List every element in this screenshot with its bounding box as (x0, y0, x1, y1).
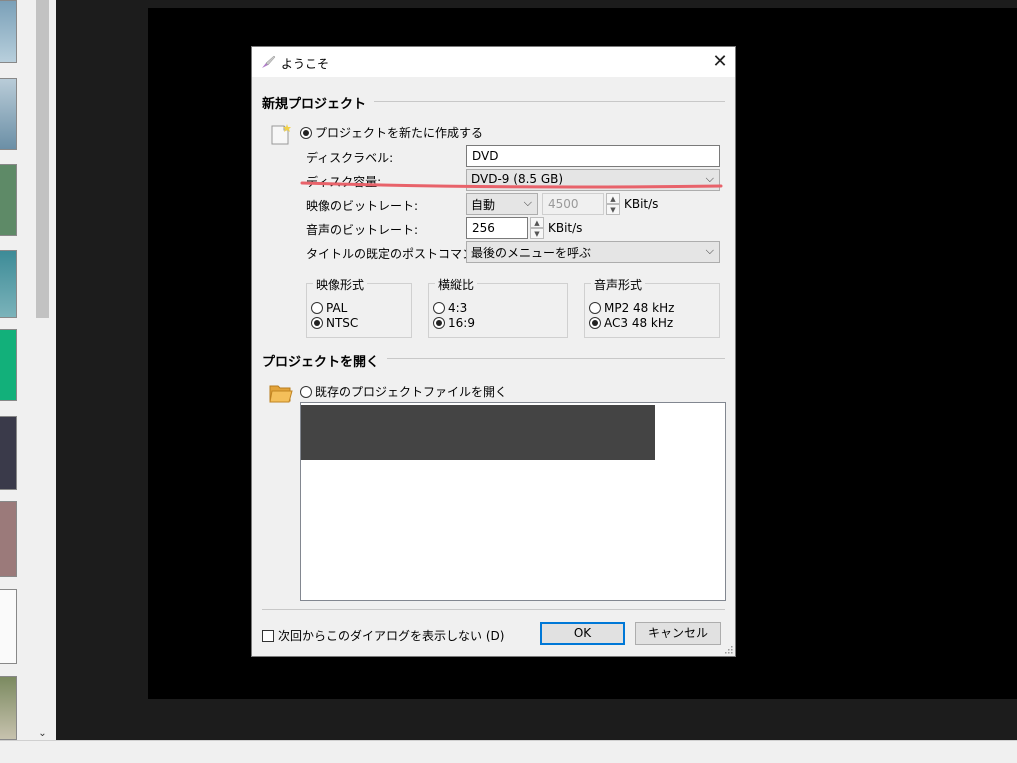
video-bitrate-unit: KBit/s (624, 197, 659, 211)
video-format-pal-radio[interactable]: PAL (311, 301, 347, 315)
thumbnail[interactable] (0, 416, 17, 490)
scrollbar-thumb[interactable] (36, 0, 49, 318)
ok-button[interactable]: OK (540, 622, 625, 645)
new-document-icon (271, 124, 291, 145)
thumbnail[interactable] (0, 0, 17, 63)
dont-show-label: 次回からこのダイアログを表示しない (D) (278, 629, 505, 643)
spin-up-icon: ▲ (606, 193, 620, 204)
spin-down-icon: ▼ (606, 204, 620, 215)
status-bar (0, 740, 1017, 763)
video-bitrate-label: 映像のビットレート: (306, 199, 419, 213)
open-project-label: 既存のプロジェクトファイルを開く (315, 385, 508, 399)
audio-format-group: 音声形式 MP2 48 kHz AC3 48 kHz (584, 276, 720, 338)
open-project-radio[interactable]: 既存のプロジェクトファイルを開く (300, 383, 507, 400)
dialog-titlebar: ようこそ ✕ (252, 47, 735, 77)
thumbnail-scrollbar[interactable]: ⌄ (34, 0, 51, 745)
audio-bitrate-input[interactable]: 256 (466, 217, 528, 239)
thumbnail-strip: ⌄ (0, 0, 56, 745)
spin-down-icon[interactable]: ▼ (530, 228, 544, 239)
thumbnail[interactable] (0, 589, 17, 664)
video-bitrate-spinner: ▲ ▼ (606, 193, 620, 215)
aspect-16-9-label: 16:9 (448, 316, 475, 330)
radio-indicator[interactable] (589, 317, 601, 329)
redacted-list-item[interactable] (301, 405, 655, 460)
radio-indicator[interactable] (589, 302, 601, 314)
aspect-16-9-radio[interactable]: 16:9 (433, 316, 475, 330)
audio-mp2-radio[interactable]: MP2 48 kHz (589, 301, 674, 315)
disc-label-label: ディスクラベル: (306, 151, 394, 165)
spin-up-icon[interactable]: ▲ (530, 217, 544, 228)
aspect-4-3-radio[interactable]: 4:3 (433, 301, 467, 315)
close-icon[interactable]: ✕ (705, 47, 735, 77)
post-command-label: タイトルの既定のポストコマンド: (306, 247, 491, 261)
audio-format-title: 音声形式 (591, 276, 646, 293)
annotation-underline (300, 181, 723, 189)
thumbnail[interactable] (0, 78, 17, 150)
checkbox-indicator[interactable] (262, 630, 274, 642)
radio-indicator[interactable] (300, 386, 312, 398)
audio-bitrate-spinner[interactable]: ▲ ▼ (530, 217, 544, 239)
audio-mp2-label: MP2 48 kHz (604, 301, 675, 315)
dont-show-checkbox[interactable]: 次回からこのダイアログを表示しない (D) (262, 627, 504, 644)
video-bitrate-mode-value: 自動 (471, 198, 496, 212)
video-bitrate-mode-select[interactable]: 自動 ⌵ (466, 193, 538, 215)
dialog-title: ようこそ (281, 57, 330, 71)
video-format-ntsc-radio[interactable]: NTSC (311, 316, 358, 330)
new-project-section-title: 新規プロジェクト (262, 93, 375, 112)
folder-icon (269, 385, 293, 403)
create-project-label: プロジェクトを新たに作成する (315, 126, 484, 140)
video-format-pal-label: PAL (326, 301, 348, 315)
radio-indicator[interactable] (311, 302, 323, 314)
video-format-group: 映像形式 PAL NTSC (306, 276, 412, 338)
audio-bitrate-unit: KBit/s (548, 221, 583, 235)
audio-bitrate-label: 音声のビットレート: (306, 223, 419, 237)
video-bitrate-input: 4500 (542, 193, 604, 215)
radio-indicator[interactable] (433, 317, 445, 329)
aspect-ratio-group: 横縦比 4:3 16:9 (428, 276, 568, 338)
post-command-value: 最後のメニューを呼ぶ (471, 246, 592, 260)
radio-indicator[interactable] (300, 127, 312, 139)
post-command-select[interactable]: 最後のメニューを呼ぶ ⌵ (466, 241, 720, 263)
video-format-title: 映像形式 (313, 276, 368, 293)
brush-icon (262, 55, 276, 68)
audio-ac3-radio[interactable]: AC3 48 kHz (589, 316, 673, 330)
chevron-down-icon: ⌵ (705, 244, 714, 257)
video-format-ntsc-label: NTSC (326, 316, 359, 330)
thumbnail[interactable] (0, 329, 17, 401)
recent-project-list[interactable] (300, 402, 726, 601)
radio-indicator[interactable] (433, 302, 445, 314)
thumbnail[interactable] (0, 501, 17, 577)
footer-divider (262, 609, 725, 610)
cancel-button[interactable]: キャンセル (635, 622, 721, 645)
aspect-4-3-label: 4:3 (448, 301, 468, 315)
thumbnail[interactable] (0, 676, 17, 740)
disc-label-input[interactable]: DVD (466, 145, 720, 167)
open-project-section-title: プロジェクトを開く (262, 351, 388, 370)
welcome-dialog: ようこそ ✕ 新規プロジェクト プロジェクトを新たに作成する ディスクラベル: … (251, 46, 736, 657)
audio-ac3-label: AC3 48 kHz (604, 316, 674, 330)
aspect-ratio-title: 横縦比 (435, 276, 478, 293)
radio-indicator[interactable] (311, 317, 323, 329)
chevron-down-icon[interactable]: ⌄ (36, 727, 49, 741)
thumbnail[interactable] (0, 164, 17, 236)
thumbnail[interactable] (0, 250, 17, 318)
create-project-radio[interactable]: プロジェクトを新たに作成する (300, 124, 483, 141)
resize-grip-icon[interactable] (723, 644, 733, 654)
chevron-down-icon: ⌵ (523, 196, 532, 209)
